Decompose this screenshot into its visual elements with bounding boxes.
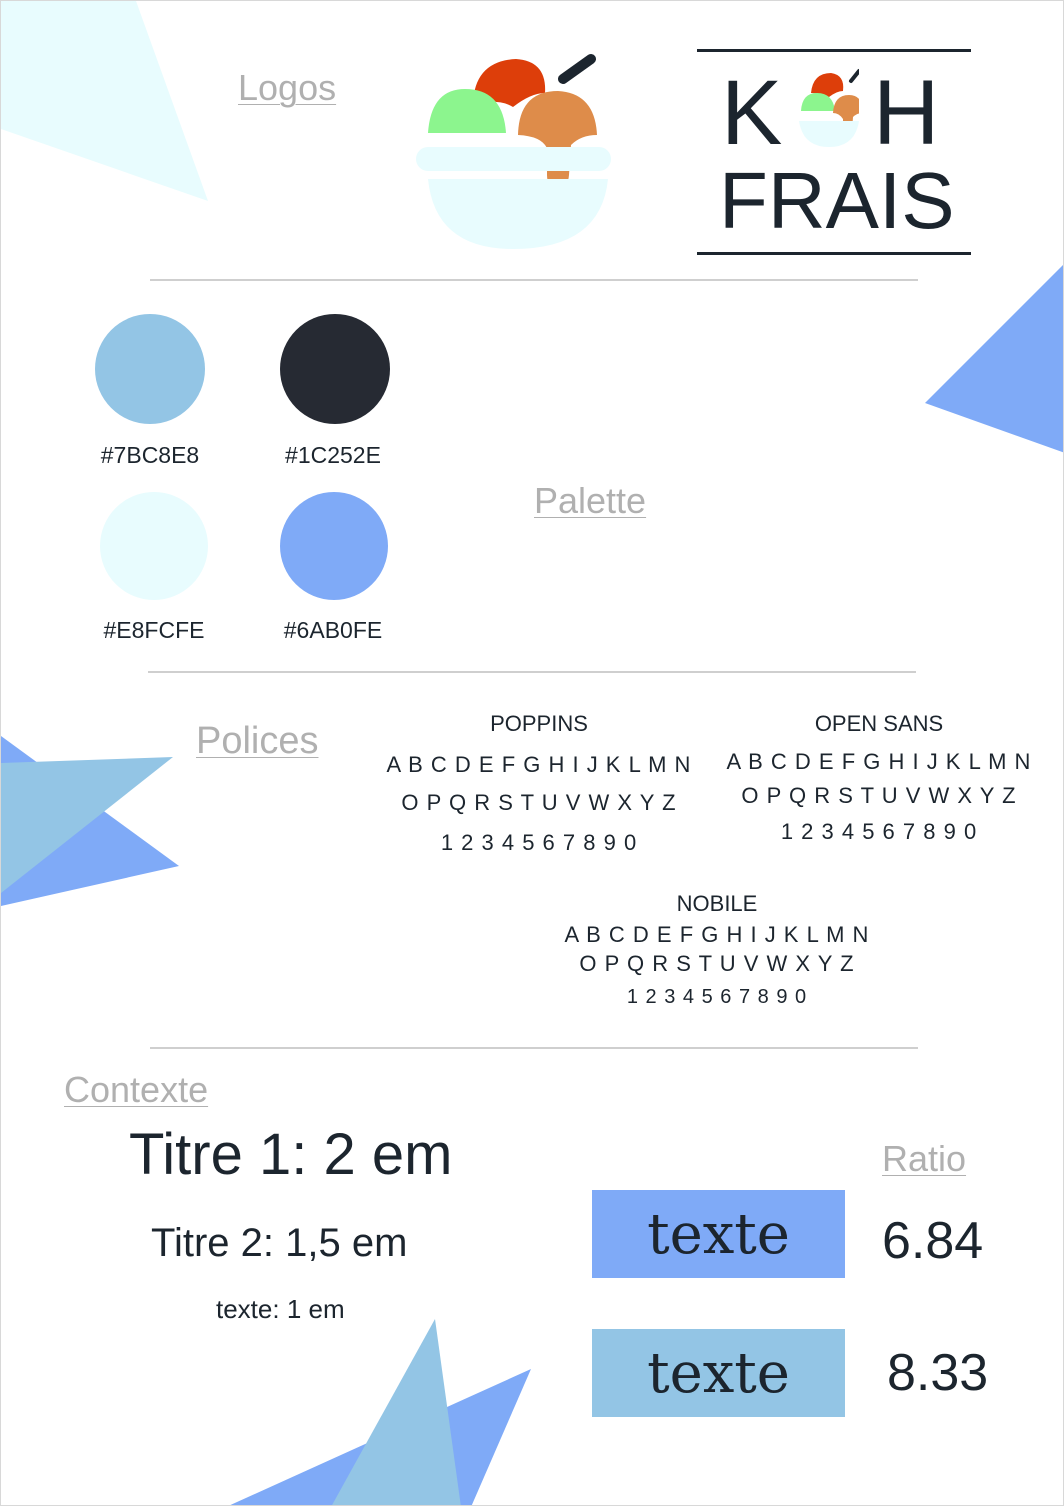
context-titre-1: Titre 1: 2 em xyxy=(129,1122,453,1187)
hex-label-4: #6AB0FE xyxy=(283,617,383,643)
hex-label-2: #1C252E xyxy=(285,442,381,468)
style-guide-page: Logos K H FRAIS #7BC8E8 #1C252E #E8FCFE … xyxy=(0,0,1064,1506)
nobile-row-2: O P Q R S T U V W X Y Z xyxy=(579,951,855,976)
contrast-sample-1: texte xyxy=(592,1190,845,1278)
poppins-row-3: 1 2 3 4 5 6 7 8 9 0 xyxy=(440,830,638,855)
logo-line2: FRAIS xyxy=(719,156,955,245)
nobile-row-3: 1 2 3 4 5 6 7 8 9 0 xyxy=(626,986,808,1008)
logo-bottom-rule xyxy=(697,252,971,255)
context-texte: texte: 1 em xyxy=(216,1294,345,1324)
logos-heading: Logos xyxy=(238,67,337,108)
hex-label-3: #E8FCFE xyxy=(103,617,205,643)
hex-label-1: #7BC8E8 xyxy=(100,442,200,468)
logo-line1-k: K xyxy=(721,62,783,164)
divider-3 xyxy=(150,1047,918,1049)
contrast-sample-2: texte xyxy=(592,1329,845,1417)
contexte-heading: Contexte xyxy=(64,1069,209,1110)
poppins-row-1: A B C D E F G H I J K L M N xyxy=(386,752,692,777)
open-sans-row-3: 1 2 3 4 5 6 7 8 9 0 xyxy=(780,819,978,844)
ratio-heading: Ratio xyxy=(882,1138,967,1179)
deco-triangle-right xyxy=(925,265,1063,453)
font-name-nobile: NOBILE xyxy=(676,891,758,916)
divider-2 xyxy=(148,671,916,673)
open-sans-row-1: A B C D E F G H I J K L M N xyxy=(726,749,1032,774)
logo-line1-h: H xyxy=(873,62,940,164)
swatch-blue xyxy=(280,492,388,600)
context-titre-2: Titre 2: 1,5 em xyxy=(151,1221,408,1265)
nobile-row-1: A B C D E F G H I J K L M N xyxy=(564,922,870,947)
divider-1 xyxy=(150,279,918,281)
logo-ice-cream-icon xyxy=(799,69,859,147)
contrast-ratio-1: 6.84 xyxy=(882,1212,984,1270)
brand-logo: K H FRAIS xyxy=(697,49,971,257)
swatch-dark xyxy=(280,314,390,424)
open-sans-row-2: O P Q R S T U V W X Y Z xyxy=(741,783,1017,808)
polices-heading: Polices xyxy=(196,720,319,762)
deco-triangle-bottom-light xyxy=(332,1319,461,1505)
palette-heading: Palette xyxy=(534,480,647,521)
contrast-ratio-2: 8.33 xyxy=(887,1344,989,1402)
ice-cream-bowl-icon xyxy=(416,54,611,249)
font-name-poppins: POPPINS xyxy=(490,711,588,736)
swatch-pale-cyan xyxy=(100,492,208,600)
logo-top-rule xyxy=(697,49,971,52)
font-name-open-sans: OPEN SANS xyxy=(814,711,944,736)
swatch-light-blue xyxy=(95,314,205,424)
poppins-row-2: O P Q R S T U V W X Y Z xyxy=(401,790,677,815)
deco-triangle-top-left xyxy=(1,1,208,201)
